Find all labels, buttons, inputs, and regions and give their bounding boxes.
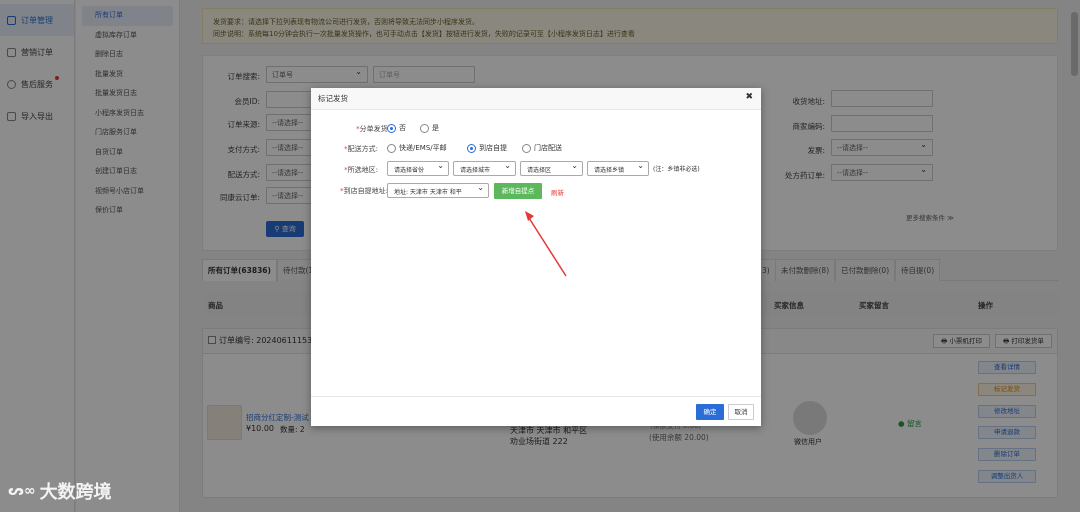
- watermark-logo-icon: ᔕ∞: [8, 483, 36, 499]
- arrow-head: [525, 211, 534, 221]
- watermark-text: 大数跨境: [39, 482, 112, 503]
- annotation-arrow: [525, 211, 567, 277]
- watermark: ᔕ∞ 大数跨境: [8, 478, 112, 504]
- arrow-line: [528, 217, 567, 277]
